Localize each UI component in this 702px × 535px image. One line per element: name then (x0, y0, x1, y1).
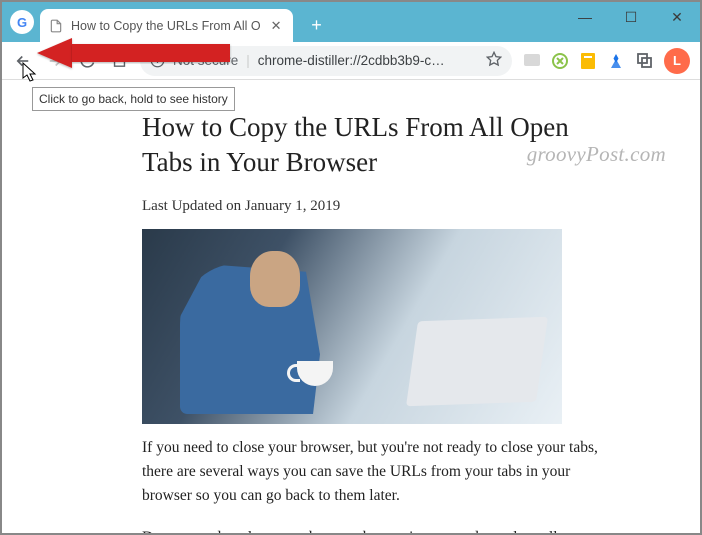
reload-button[interactable] (72, 46, 102, 76)
url-text: chrome-distiller://2cdbb3b9-c… (258, 53, 478, 68)
address-bar[interactable]: Not secure | chrome-distiller://2cdbb3b9… (140, 46, 512, 76)
window-controls: — ☐ ✕ (562, 2, 700, 32)
article-para-1: If you need to close your browser, but y… (142, 436, 620, 508)
extension-icon-2[interactable] (546, 47, 574, 75)
extension-icon-3[interactable] (574, 47, 602, 75)
titlebar: G How to Copy the URLs From All O ✕ + — … (2, 2, 700, 42)
back-button[interactable] (8, 46, 38, 76)
browser-tab[interactable]: How to Copy the URLs From All O ✕ (40, 9, 293, 42)
page-content: groovyPost.com How to Copy the URLs From… (2, 80, 700, 533)
forward-button[interactable] (40, 46, 70, 76)
profile-avatar[interactable]: L (664, 48, 690, 74)
article-hero-image (142, 229, 562, 424)
extension-icon-4[interactable] (602, 47, 630, 75)
page-icon (48, 18, 64, 34)
close-window-button[interactable]: ✕ (654, 2, 700, 32)
new-tab-button[interactable]: + (303, 11, 331, 39)
home-button[interactable] (104, 46, 134, 76)
maximize-button[interactable]: ☐ (608, 2, 654, 32)
info-icon (150, 53, 165, 68)
tab-title: How to Copy the URLs From All O (71, 19, 261, 33)
close-tab-icon[interactable]: ✕ (268, 15, 285, 37)
extension-icons (518, 47, 658, 75)
article-para-2: Do you need to close your browser but yo… (142, 526, 620, 533)
google-profile-icon[interactable]: G (10, 10, 34, 34)
extension-icon-5[interactable] (630, 47, 658, 75)
minimize-button[interactable]: — (562, 2, 608, 32)
not-secure-label: Not secure (173, 53, 238, 68)
article-meta: Last Updated on January 1, 2019 (142, 198, 620, 215)
watermark: groovyPost.com (527, 142, 666, 167)
extension-icon-1[interactable] (518, 47, 546, 75)
browser-toolbar: Not secure | chrome-distiller://2cdbb3b9… (2, 42, 700, 80)
back-button-tooltip: Click to go back, hold to see history (32, 87, 235, 111)
bookmark-star-icon[interactable] (486, 51, 502, 70)
